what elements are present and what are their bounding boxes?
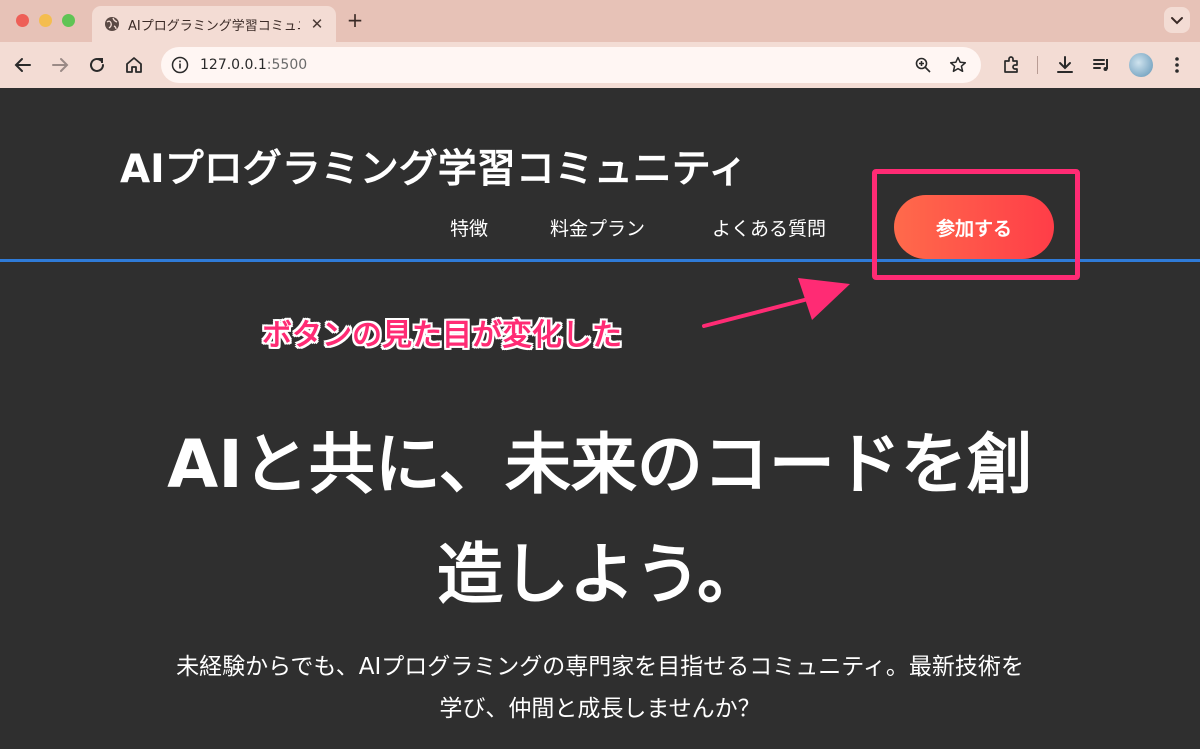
annotation-highlight-box bbox=[872, 169, 1080, 280]
hero-subtitle: 未経験からでも、AIプログラミングの専門家を目指せるコミュニティ。最新技術を 学… bbox=[100, 646, 1100, 730]
hero-subtitle-line2: 学び、仲間と成長しませんか？ bbox=[439, 696, 761, 722]
extensions-icon[interactable] bbox=[999, 53, 1023, 77]
browser-chrome: AIプログラミング学習コミュニテ ✕ + bbox=[0, 0, 1200, 88]
profile-avatar[interactable] bbox=[1129, 53, 1153, 77]
globe-icon bbox=[105, 17, 119, 31]
nav-link-pricing[interactable]: 料金プラン bbox=[550, 214, 645, 240]
hero-heading: AIと共に、未来のコードを創 造しよう。 bbox=[100, 410, 1100, 630]
hero-heading-line1: AIと共に、未来のコードを創 bbox=[167, 426, 1033, 503]
site-title: AIプログラミング学習コミュニティ bbox=[120, 147, 748, 192]
hero-heading-line2: 造しよう。 bbox=[436, 536, 764, 613]
toolbar-separator bbox=[1037, 56, 1038, 74]
maximize-window-button[interactable] bbox=[62, 14, 75, 27]
new-tab-button[interactable]: + bbox=[345, 10, 365, 30]
annotation-arrow-icon bbox=[702, 278, 850, 328]
site-info-icon[interactable] bbox=[171, 56, 189, 74]
browser-toolbar: 127.0.0.1:5500 bbox=[0, 42, 1200, 88]
close-window-button[interactable] bbox=[16, 14, 29, 27]
forward-arrow-icon[interactable] bbox=[48, 53, 72, 77]
minimize-window-button[interactable] bbox=[39, 14, 52, 27]
media-queue-icon[interactable] bbox=[1090, 53, 1114, 77]
hero-subtitle-line1: 未経験からでも、AIプログラミングの専門家を目指せるコミュニティ。最新技術を bbox=[176, 654, 1024, 680]
nav-link-faq[interactable]: よくある質問 bbox=[712, 214, 826, 240]
reload-icon[interactable] bbox=[85, 53, 109, 77]
bookmark-star-icon[interactable] bbox=[948, 55, 968, 75]
url-text[interactable]: 127.0.0.1:5500 bbox=[200, 57, 307, 73]
back-arrow-icon[interactable] bbox=[11, 53, 35, 77]
more-menu-icon[interactable] bbox=[1165, 53, 1189, 77]
tab-title: AIプログラミング学習コミュニテ bbox=[128, 19, 300, 33]
download-icon[interactable] bbox=[1053, 53, 1077, 77]
tab-search-button[interactable] bbox=[1164, 7, 1190, 33]
tab-strip: AIプログラミング学習コミュニテ ✕ + bbox=[0, 0, 1200, 42]
address-bar[interactable]: 127.0.0.1:5500 bbox=[161, 47, 981, 83]
chevron-down-icon bbox=[1171, 17, 1183, 25]
browser-tab[interactable]: AIプログラミング学習コミュニテ ✕ bbox=[92, 6, 336, 42]
web-page: AIプログラミング学習コミュニティ 特徴 料金プラン よくある質問 参加する ボ… bbox=[0, 88, 1200, 749]
zoom-icon[interactable] bbox=[914, 56, 932, 74]
home-icon[interactable] bbox=[122, 53, 146, 77]
close-tab-icon[interactable]: ✕ bbox=[309, 16, 325, 32]
nav-link-features[interactable]: 特徴 bbox=[450, 214, 488, 240]
annotation-caption: ボタンの見た目が変化した bbox=[262, 318, 622, 353]
